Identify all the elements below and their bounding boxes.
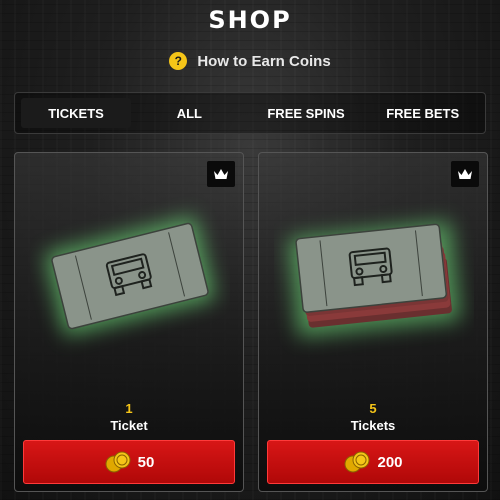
ticket-stack-image xyxy=(288,221,461,337)
help-icon: ? xyxy=(169,52,188,70)
product-unit: Ticket xyxy=(110,418,148,433)
tab-all[interactable]: ALL xyxy=(131,98,248,128)
category-tabs: TICKETS ALL FREE SPINS FREE BETS xyxy=(14,92,486,134)
price-label: 200 xyxy=(377,453,403,471)
how-to-earn-label: How to Earn Coins xyxy=(197,52,331,70)
buy-button-200[interactable]: 200 xyxy=(267,440,479,484)
product-card-5-tickets[interactable]: 5 Tickets 200 xyxy=(258,152,488,492)
coin-icon xyxy=(344,451,370,473)
product-quantity: 5 xyxy=(369,401,377,416)
how-to-earn-coins-link[interactable]: ? How to Earn Coins xyxy=(0,52,500,70)
tab-free-bets[interactable]: FREE BETS xyxy=(364,98,481,128)
page-title: SHOP xyxy=(208,6,292,34)
crown-icon xyxy=(451,161,479,187)
tab-tickets[interactable]: TICKETS xyxy=(21,98,131,128)
product-card-1-ticket[interactable]: 1 Ticket 50 xyxy=(14,152,244,492)
crown-icon xyxy=(207,161,235,187)
coin-icon xyxy=(105,451,131,473)
product-unit: Tickets xyxy=(350,418,396,433)
tab-free-spins[interactable]: FREE SPINS xyxy=(248,98,365,128)
buy-button-50[interactable]: 50 xyxy=(23,440,235,484)
ticket-image xyxy=(45,216,215,336)
product-quantity: 1 xyxy=(125,401,133,416)
price-label: 50 xyxy=(137,453,155,471)
